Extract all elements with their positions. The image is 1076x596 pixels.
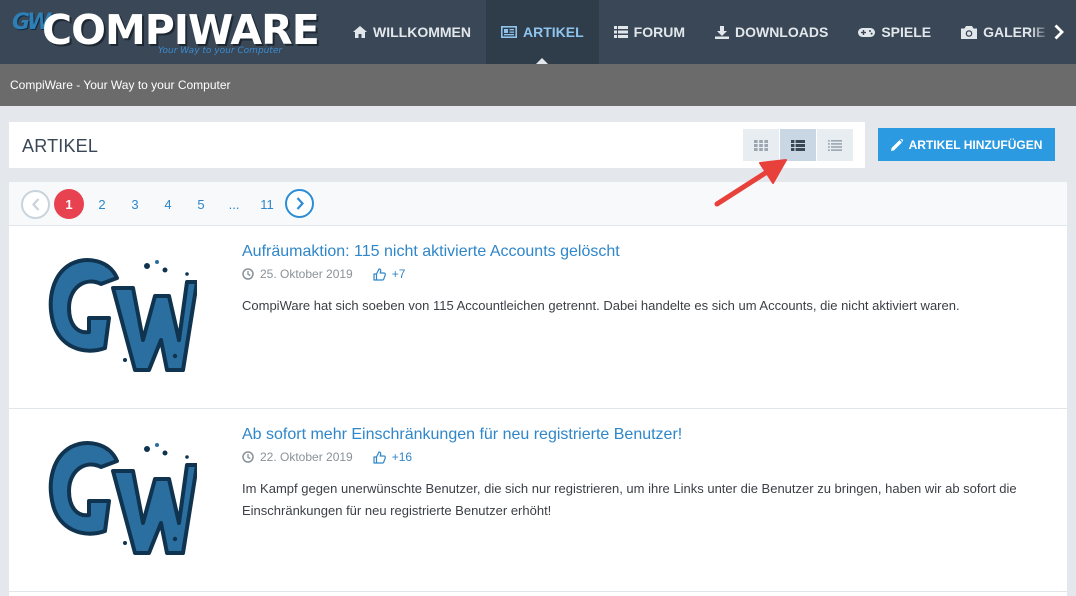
- pagination-page[interactable]: 3: [120, 190, 150, 218]
- chevron-right-icon: [1054, 24, 1064, 40]
- chevron-right-icon: [296, 197, 304, 210]
- pagination-prev-button[interactable]: [21, 190, 50, 219]
- page-title: ARTIKEL: [22, 136, 99, 156]
- article-date: 25. Oktober 2019: [260, 267, 353, 281]
- article-list-item: Aufräumaktion: 115 nicht aktivierte Acco…: [9, 226, 1067, 409]
- nav-item-willkommen[interactable]: WILLKOMMEN: [338, 0, 486, 64]
- pagination-page[interactable]: 2: [87, 190, 117, 218]
- chevron-left-icon: [31, 198, 39, 211]
- nav-item-artikel[interactable]: ARTIKEL: [485, 0, 599, 64]
- nav-item-forum[interactable]: FORUM: [599, 0, 700, 64]
- article-likes: +7: [391, 267, 406, 281]
- gw-logo-image: [48, 258, 197, 372]
- article-thumbnail[interactable]: [47, 248, 197, 378]
- camera-icon: [961, 25, 978, 39]
- clock-icon: [242, 451, 254, 463]
- grid-icon: [754, 139, 768, 151]
- site-tagline: CompiWare - Your Way to your Computer: [10, 78, 231, 92]
- view-list-compact-button[interactable]: [817, 129, 854, 161]
- nav-item-spiele[interactable]: SPIELE: [843, 0, 946, 64]
- pagination-page[interactable]: 5: [186, 190, 216, 218]
- nav-label: FORUM: [633, 24, 685, 40]
- thumbs-up-icon: [373, 267, 386, 281]
- add-article-button[interactable]: ARTIKEL HINZUFÜGEN: [878, 128, 1055, 161]
- nav-label: WILLKOMMEN: [373, 24, 471, 40]
- download-icon: [714, 25, 729, 39]
- nav-item-downloads[interactable]: DOWNLOADS: [700, 0, 843, 64]
- pagination-next-button[interactable]: [285, 189, 314, 218]
- pagination: 1 2 3 4 5 ... 11: [9, 182, 1067, 226]
- main-nav: WILLKOMMEN ARTIKEL FORUM DOWNLOADS SPIEL…: [338, 0, 1076, 64]
- pagination-page-current[interactable]: 1: [54, 189, 84, 219]
- logo-tagline: Your Way to your Computer: [158, 46, 283, 56]
- nav-label: SPIELE: [881, 24, 932, 40]
- pencil-icon: [890, 138, 903, 151]
- list-detail-icon: [791, 139, 805, 151]
- list-compact-icon: [828, 139, 842, 151]
- article-likes: +16: [391, 450, 413, 464]
- newspaper-icon: [500, 26, 517, 38]
- article-title-link[interactable]: Aufräumaktion: 115 nicht aktivierte Acco…: [242, 243, 620, 261]
- article-thumbnail[interactable]: [47, 431, 197, 561]
- gw-logo-image: [48, 441, 197, 555]
- article-list-item: Ab sofort mehr Einschränkungen für neu r…: [9, 409, 1067, 592]
- top-navigation-bar: GW COMPIWARE Your Way to your Computer W…: [0, 0, 1076, 64]
- article-meta: 22. Oktober 2019 +16: [242, 450, 412, 464]
- thumbs-up-icon: [373, 450, 386, 464]
- article-title-link[interactable]: Ab sofort mehr Einschränkungen für neu r…: [242, 426, 682, 444]
- add-article-label: ARTIKEL HINZUFÜGEN: [908, 137, 1043, 152]
- home-icon: [353, 26, 367, 38]
- pagination-page[interactable]: 4: [153, 190, 183, 218]
- nav-label: DOWNLOADS: [734, 24, 829, 40]
- nav-label: ARTIKEL: [522, 24, 584, 40]
- article-teaser: CompiWare hat sich soeben von 115 Accoun…: [242, 298, 960, 313]
- gamepad-icon: [858, 27, 876, 37]
- article-list-panel: 1 2 3 4 5 ... 11 Aufräumaktion: 115 nich…: [9, 182, 1067, 596]
- clock-icon: [242, 268, 254, 280]
- article-teaser: Im Kampf gegen unerwünschte Benutzer, di…: [242, 481, 1017, 518]
- annotation-arrow: [714, 159, 787, 207]
- site-tagline-bar: CompiWare - Your Way to your Computer: [0, 64, 1076, 106]
- list-icon: [613, 26, 628, 38]
- pagination-page[interactable]: 11: [252, 190, 282, 218]
- article-meta: 25. Oktober 2019 +7: [242, 267, 405, 281]
- nav-scroll-next[interactable]: [1030, 0, 1076, 64]
- pagination-ellipsis[interactable]: ...: [219, 190, 249, 218]
- article-date: 22. Oktober 2019: [260, 450, 353, 464]
- site-logo[interactable]: GW COMPIWARE Your Way to your Computer: [8, 6, 328, 60]
